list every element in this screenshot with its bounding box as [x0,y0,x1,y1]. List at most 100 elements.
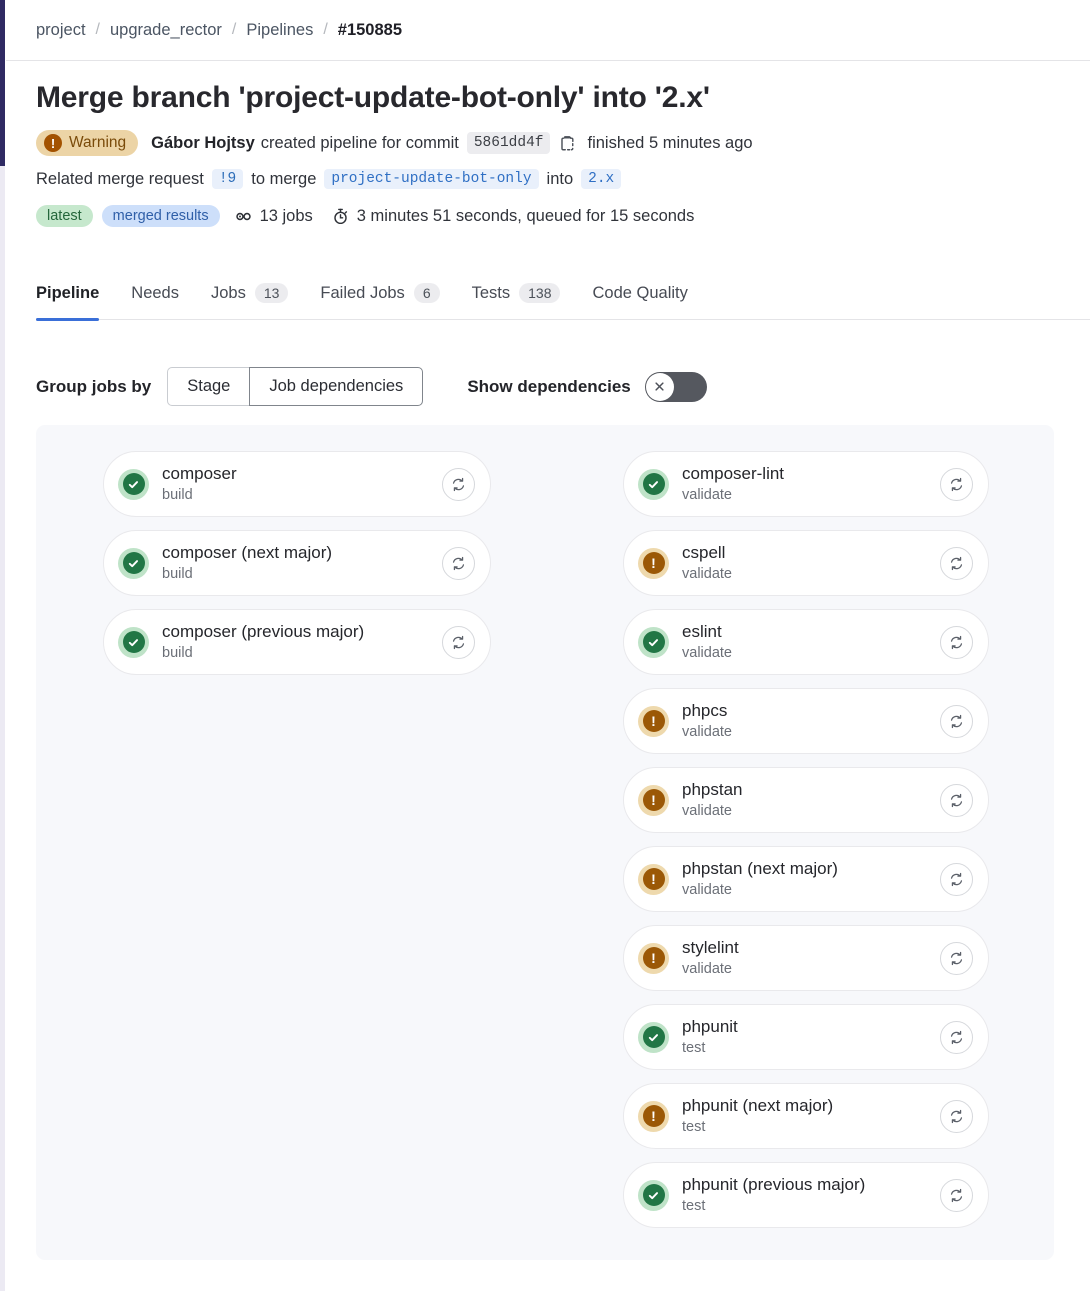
retry-icon[interactable] [442,625,475,659]
retry-icon[interactable] [940,546,973,580]
breadcrumb-item-upgrade-rector[interactable]: upgrade_rector [110,21,222,40]
tag-merged-results[interactable]: merged results [101,205,220,227]
job-card[interactable]: ! phpunit (next major) test [623,1083,989,1149]
breadcrumb-item-project[interactable]: project [36,21,86,40]
job-name: eslint [682,622,722,642]
retry-icon[interactable] [940,1020,973,1054]
job-stage: validate [682,802,732,819]
tag-latest[interactable]: latest [36,205,93,227]
job-card[interactable]: ! stylelint validate [623,925,989,991]
retry-icon[interactable] [940,862,973,896]
retry-icon[interactable] [940,1178,973,1212]
commit-sha[interactable]: 5861dd4f [466,132,551,154]
job-name: composer [162,464,237,484]
merge-text: to merge [251,169,317,188]
retry-icon[interactable] [940,1099,973,1133]
retry-icon[interactable] [940,783,973,817]
retry-icon[interactable] [442,546,475,580]
pipeline-tabs: Pipeline Needs Jobs 13 Failed Jobs 6 Tests 138 C… [36,283,1090,321]
job-name: phpunit (next major) [682,1096,834,1116]
retry-icon[interactable] [442,467,475,501]
job-card[interactable]: eslint validate [623,609,989,675]
pipeline-jobs-icon [234,207,253,226]
job-stage: test [682,1197,706,1214]
retry-icon[interactable] [940,467,973,501]
warning-icon: ! [44,134,62,152]
tab-count-badge: 13 [254,283,289,303]
merge-request-link[interactable]: !9 [211,169,244,189]
retry-icon[interactable] [940,625,973,659]
job-stage: validate [682,486,732,503]
page-scrollbar[interactable] [0,0,5,1291]
job-card[interactable]: ! phpstan validate [623,767,989,833]
job-text: eslint validate [682,621,940,662]
breadcrumb-item-pipelines[interactable]: Pipelines [246,21,313,40]
group-by-stage-button[interactable]: Stage [167,367,250,407]
job-text: composer build [162,463,442,504]
job-name: composer (previous major) [162,622,365,642]
retry-icon[interactable] [940,704,973,738]
job-name: phpstan [682,780,743,800]
job-card[interactable]: composer build [103,451,491,517]
pipeline-header: Merge branch 'project-update-bot-only' i… [36,61,1070,227]
status-warning-icon: ! [638,1100,669,1132]
job-card[interactable]: composer (next major) build [103,530,491,596]
source-branch-link[interactable]: project-update-bot-only [324,169,539,189]
status-success-icon [118,626,149,658]
show-dependencies-toggle[interactable] [644,371,707,402]
job-card[interactable]: ! cspell validate [623,530,989,596]
job-text: phpstan (next major) validate [682,858,940,899]
job-card[interactable]: ! phpcs validate [623,688,989,754]
tab-label: Needs [131,284,179,302]
pipeline-author[interactable]: Gábor Hojtsy [151,134,255,153]
job-stage: build [162,565,193,582]
tab-jobs[interactable]: Jobs 13 [195,283,304,320]
merge-request-row: Related merge request !9 to merge projec… [36,169,1070,189]
retry-icon[interactable] [940,941,973,975]
job-card[interactable]: phpunit test [623,1004,989,1070]
status-success-icon [638,1021,669,1053]
pipeline-meta-row: ! Warning Gábor Hojtsy created pipeline … [36,130,1070,156]
dependent-column: composer-lint validate! cspell validate esli… [623,451,989,1228]
job-stage: validate [682,644,732,661]
job-card[interactable]: phpunit (previous major) test [623,1162,989,1228]
job-name: composer-lint [682,464,785,484]
target-branch-link[interactable]: 2.x [581,169,622,189]
job-text: composer (previous major) build [162,621,442,662]
job-text: phpunit (previous major) test [682,1174,940,1215]
job-name: stylelint [682,938,739,958]
build-column: composer build composer (next major) build c… [103,451,491,1228]
tab-label: Tests [471,283,511,302]
job-card[interactable]: composer-lint validate [623,451,989,517]
group-jobs-by-label: Group jobs by [36,376,152,396]
pipeline-duration: 3 minutes 51 seconds, queued for 15 seco… [356,206,695,225]
breadcrumb: project / upgrade_rector / Pipelines / #150885 [6,0,1090,61]
group-by-job-dependencies-button[interactable]: Job dependencies [249,367,424,407]
jobs-count: 13 jobs [259,206,313,225]
status-warning-icon: ! [638,863,669,895]
tab-code-quality[interactable]: Code Quality [576,284,703,320]
scrollbar-thumb[interactable] [0,0,5,166]
job-text: phpunit (next major) test [682,1095,940,1136]
job-stage: validate [682,565,732,582]
breadcrumb-item--150885[interactable]: #150885 [338,21,402,40]
job-stage: test [682,1118,706,1135]
tab-failed-jobs[interactable]: Failed Jobs 6 [304,283,455,320]
copy-to-clipboard-icon[interactable] [558,134,577,153]
tab-pipeline[interactable]: Pipeline [36,284,115,321]
status-badge-label: Warning [69,134,127,151]
tab-tests[interactable]: Tests 138 [456,283,577,320]
job-text: cspell validate [682,542,940,583]
page-title: Merge branch 'project-update-bot-only' i… [36,81,710,114]
tab-count-badge: 138 [519,283,561,303]
status-warning-icon: ! [638,784,669,816]
job-card[interactable]: ! phpstan (next major) validate [623,846,989,912]
tab-count-badge: 6 [413,283,440,303]
job-stage: validate [682,960,732,977]
job-name: phpunit (previous major) [682,1175,866,1195]
job-card[interactable]: composer (previous major) build [103,609,491,675]
tab-needs[interactable]: Needs [115,284,195,320]
job-text: composer-lint validate [682,463,940,504]
status-success-icon [638,626,669,658]
breadcrumb-separator: / [95,21,100,38]
